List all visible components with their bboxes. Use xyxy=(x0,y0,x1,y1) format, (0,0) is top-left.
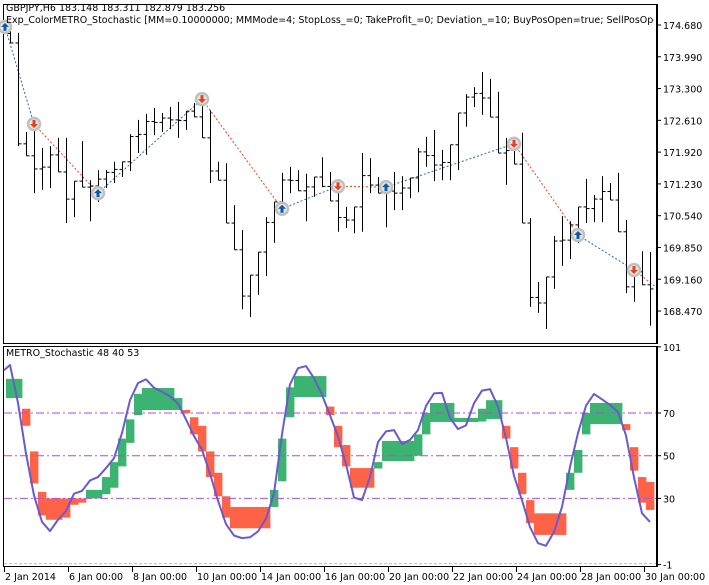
price-label: 168.470 xyxy=(663,307,702,318)
price-label: 169.160 xyxy=(663,275,702,286)
band-up-segment xyxy=(374,462,383,469)
symbol-info: GBPJPY,H6 183.148 183.311 182.879 183.25… xyxy=(6,3,226,14)
time-label: 20 Jan 00:00 xyxy=(389,572,449,583)
trading-chart[interactable]: 174.680 173.990 173.300 172.610 171.920 171.2… xyxy=(0,0,709,585)
indicator-label: -1 xyxy=(663,561,672,572)
time-label: 24 Jan 00:00 xyxy=(517,572,577,583)
band-down-segment xyxy=(238,506,247,529)
band-down-segment xyxy=(46,498,55,520)
indicator-axis: 101 70 50 30 -1 xyxy=(657,343,681,572)
band-up-segment xyxy=(598,402,607,425)
band-up-segment xyxy=(390,440,399,462)
band-up-segment xyxy=(478,408,487,422)
time-label: 28 Jan 00:00 xyxy=(581,572,641,583)
indicator-title: METRO_Stochastic 48 40 53 xyxy=(6,348,140,359)
indicator-pane[interactable] xyxy=(3,346,657,567)
price-axis: 174.680 173.990 173.300 172.610 171.920 171.2… xyxy=(657,4,702,344)
time-label: 10 Jan 00:00 xyxy=(197,572,257,583)
sell-signal xyxy=(194,91,210,107)
band-up-segment xyxy=(590,402,599,425)
price-label: 173.300 xyxy=(663,85,702,96)
buy-signal xyxy=(90,185,106,201)
band-down-segment xyxy=(246,506,255,529)
price-label: 171.920 xyxy=(663,148,702,159)
band-up-segment xyxy=(414,434,423,456)
band-up-segment xyxy=(574,449,583,473)
expert-advisor-info: Exp_ColorMETRO_Stochastic [MM=0.10000000… xyxy=(6,15,654,26)
band-up-segment xyxy=(94,489,103,499)
band-up-segment xyxy=(142,388,151,411)
time-label: 14 Jan 00:00 xyxy=(261,572,321,583)
price-label: 170.540 xyxy=(663,212,702,223)
time-label: 22 Jan 00:00 xyxy=(453,572,513,583)
band-up-segment xyxy=(86,489,95,499)
price-label: 169.850 xyxy=(663,243,702,254)
band-up-segment xyxy=(302,376,311,397)
time-label: 30 Jan 00:00 xyxy=(645,572,705,583)
price-pane[interactable] xyxy=(0,4,657,344)
band-down-segment xyxy=(22,408,31,426)
price-label: 171.230 xyxy=(663,180,702,191)
buy-signal xyxy=(378,179,394,195)
band-up-segment xyxy=(430,402,439,422)
buy-signal xyxy=(570,227,586,243)
time-label: 6 Jan 00:00 xyxy=(69,572,123,583)
band-up-segment xyxy=(134,393,143,416)
band-down-segment xyxy=(646,481,655,510)
time-label: 2 Jan 2014 xyxy=(5,572,56,583)
band-up-segment xyxy=(486,400,495,419)
sell-signal xyxy=(506,136,522,152)
band-up-segment xyxy=(294,376,303,397)
band-up-segment xyxy=(110,462,119,488)
sell-signal xyxy=(626,262,642,278)
band-down-segment xyxy=(198,425,207,452)
band-up-segment xyxy=(102,477,111,495)
indicator-label: 30 xyxy=(663,494,675,505)
time-axis: 2 Jan 2014 6 Jan 00:00 8 Jan 00:00 10 Jan 0… xyxy=(4,567,705,583)
time-label: 16 Jan 00:00 xyxy=(325,572,385,583)
price-label: 174.680 xyxy=(663,21,702,32)
band-up-segment xyxy=(126,419,135,443)
buy-signal xyxy=(274,201,290,217)
price-label: 173.990 xyxy=(663,53,702,64)
band-down-segment xyxy=(358,468,367,488)
indicator-label: 70 xyxy=(663,409,675,420)
band-up-segment xyxy=(382,440,391,462)
indicator-label: 101 xyxy=(663,343,681,354)
band-up-segment xyxy=(150,388,159,411)
band-down-segment xyxy=(78,498,87,503)
indicator-label: 50 xyxy=(663,452,675,463)
band-up-segment xyxy=(470,417,479,422)
sell-signal xyxy=(330,178,346,194)
band-up-segment xyxy=(406,440,415,462)
band-up-segment xyxy=(454,417,463,422)
price-label: 172.610 xyxy=(663,116,702,127)
sell-signal xyxy=(26,116,42,132)
band-down-segment xyxy=(534,513,543,535)
time-label: 8 Jan 00:00 xyxy=(133,572,187,583)
band-down-segment xyxy=(542,513,551,535)
band-down-segment xyxy=(230,506,239,529)
